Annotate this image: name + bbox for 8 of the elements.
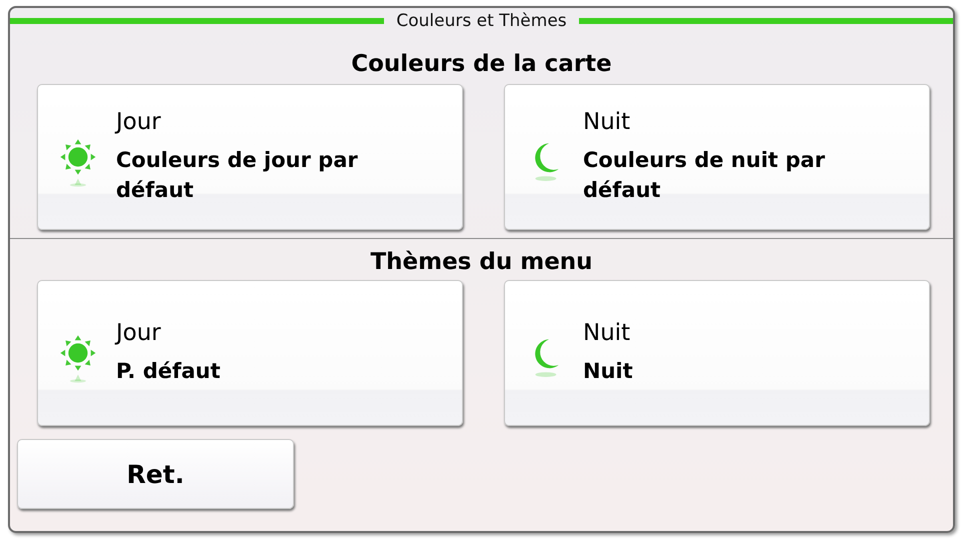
section-heading: Thèmes du menu bbox=[369, 248, 594, 277]
back-button[interactable]: Ret. bbox=[17, 439, 294, 509]
option-button[interactable]: Nuit Nuit bbox=[504, 280, 930, 426]
section-heading: Couleurs de la carte bbox=[350, 50, 613, 79]
option-button[interactable]: Nuit Couleurs de nuit par défaut bbox=[504, 84, 930, 230]
option-button[interactable]: Jour P. défaut bbox=[37, 280, 463, 426]
window-title: Couleurs et Thèmes bbox=[396, 11, 567, 31]
option-button[interactable]: Jour Couleurs de jour par défaut bbox=[37, 84, 463, 230]
